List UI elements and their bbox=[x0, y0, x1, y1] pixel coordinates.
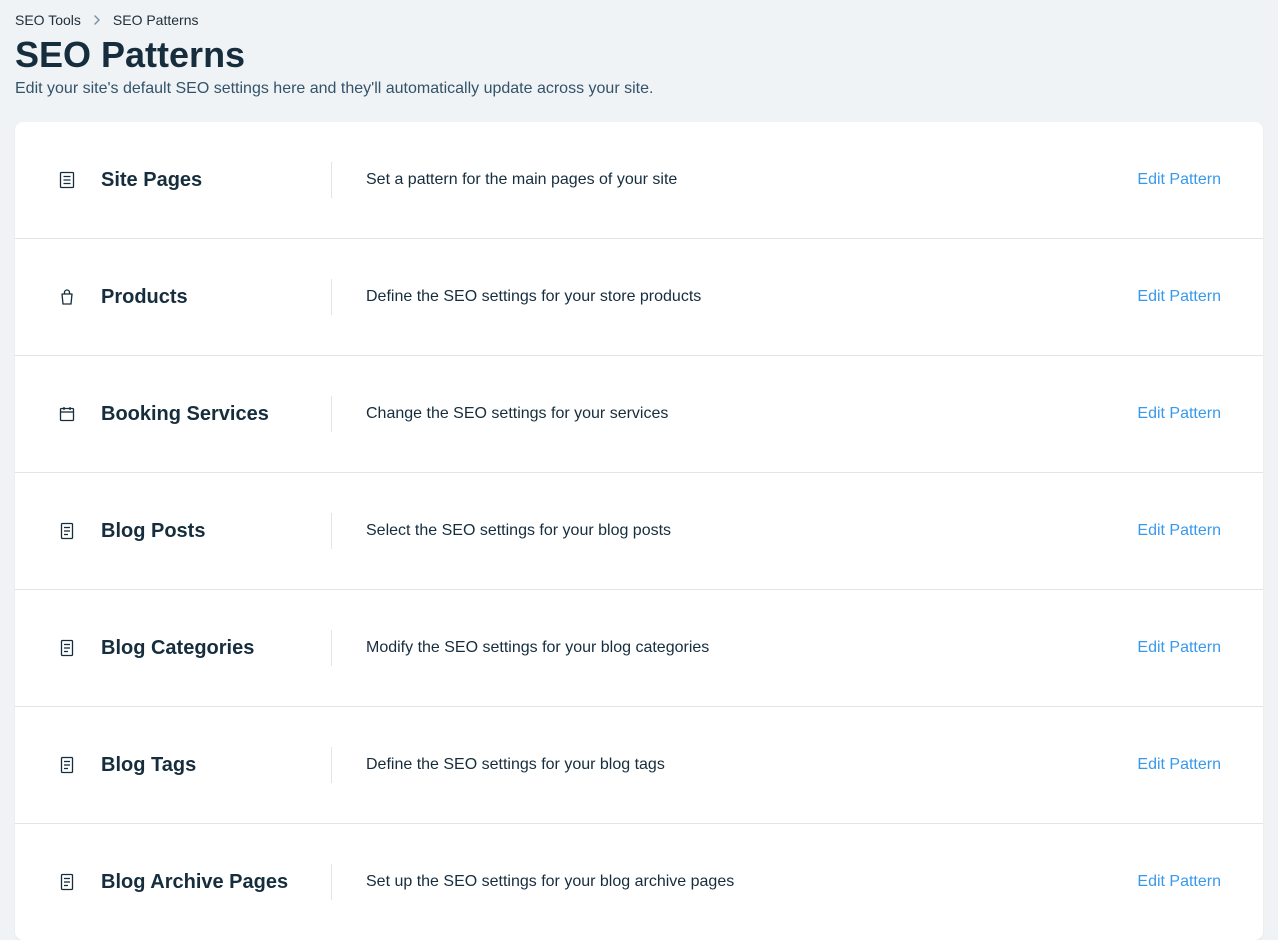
edit-pattern-link[interactable]: Edit Pattern bbox=[1137, 171, 1221, 189]
pattern-title: Products bbox=[101, 286, 331, 309]
pattern-row: Blog Categories Modify the SEO settings f… bbox=[15, 590, 1263, 707]
patterns-card: Site Pages Set a pattern for the main pag… bbox=[15, 122, 1263, 940]
doc-icon bbox=[57, 873, 77, 891]
breadcrumb-current: SEO Patterns bbox=[113, 12, 199, 28]
edit-pattern-link[interactable]: Edit Pattern bbox=[1137, 522, 1221, 540]
pattern-row: Site Pages Set a pattern for the main pag… bbox=[15, 122, 1263, 239]
pattern-row: Blog Archive Pages Set up the SEO setting… bbox=[15, 824, 1263, 940]
pattern-title: Site Pages bbox=[101, 169, 331, 192]
pattern-title: Blog Tags bbox=[101, 754, 331, 777]
page-title: SEO Patterns bbox=[15, 34, 1263, 76]
edit-pattern-link[interactable]: Edit Pattern bbox=[1137, 873, 1221, 891]
divider bbox=[331, 864, 332, 900]
pattern-title: Blog Categories bbox=[101, 637, 331, 660]
pattern-title: Blog Archive Pages bbox=[101, 871, 331, 894]
bag-icon bbox=[57, 288, 77, 306]
divider bbox=[331, 747, 332, 783]
edit-pattern-link[interactable]: Edit Pattern bbox=[1137, 405, 1221, 423]
pattern-row: Booking Services Change the SEO settings … bbox=[15, 356, 1263, 473]
edit-pattern-link[interactable]: Edit Pattern bbox=[1137, 288, 1221, 306]
pattern-description: Set a pattern for the main pages of your… bbox=[366, 171, 1117, 189]
pattern-description: Modify the SEO settings for your blog ca… bbox=[366, 639, 1117, 657]
doc-icon bbox=[57, 522, 77, 540]
pattern-row: Blog Posts Select the SEO settings for yo… bbox=[15, 473, 1263, 590]
page-icon bbox=[57, 171, 77, 189]
divider bbox=[331, 513, 332, 549]
pattern-row: Products Define the SEO settings for your… bbox=[15, 239, 1263, 356]
divider bbox=[331, 162, 332, 198]
pattern-title: Blog Posts bbox=[101, 520, 331, 543]
pattern-description: Set up the SEO settings for your blog ar… bbox=[366, 873, 1117, 891]
pattern-description: Change the SEO settings for your service… bbox=[366, 405, 1117, 423]
breadcrumb: SEO Tools SEO Patterns bbox=[15, 12, 1263, 28]
pattern-title: Booking Services bbox=[101, 403, 331, 426]
divider bbox=[331, 630, 332, 666]
pattern-description: Select the SEO settings for your blog po… bbox=[366, 522, 1117, 540]
divider bbox=[331, 396, 332, 432]
edit-pattern-link[interactable]: Edit Pattern bbox=[1137, 639, 1221, 657]
divider bbox=[331, 279, 332, 315]
edit-pattern-link[interactable]: Edit Pattern bbox=[1137, 756, 1221, 774]
calendar-icon bbox=[57, 405, 77, 423]
breadcrumb-parent[interactable]: SEO Tools bbox=[15, 12, 81, 28]
pattern-row: Blog Tags Define the SEO settings for you… bbox=[15, 707, 1263, 824]
page-subtitle: Edit your site's default SEO settings he… bbox=[15, 80, 1263, 98]
pattern-description: Define the SEO settings for your store p… bbox=[366, 288, 1117, 306]
doc-icon bbox=[57, 756, 77, 774]
doc-icon bbox=[57, 639, 77, 657]
pattern-description: Define the SEO settings for your blog ta… bbox=[366, 756, 1117, 774]
chevron-right-icon bbox=[93, 14, 101, 26]
